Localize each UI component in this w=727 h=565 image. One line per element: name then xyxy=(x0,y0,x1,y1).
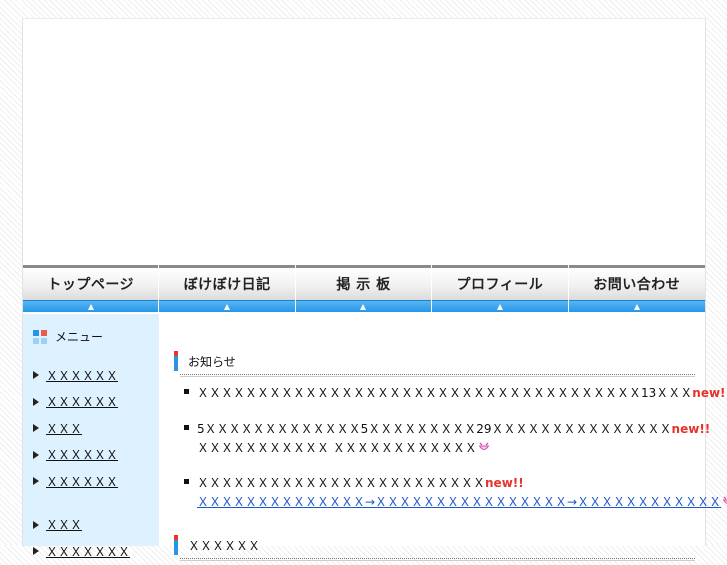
triangle-up-icon xyxy=(360,303,367,310)
section-marker-icon xyxy=(174,351,178,371)
nav-top-page[interactable]: トップページ xyxy=(23,265,160,314)
sidebar-menu: ＸＸＸＸＸＸ ＸＸＸＸＸＸ ＸＸＸ ＸＸＸＸＸＸ ＸＸＸＸＸＸ ＸＸＸ ＸＸＸＸ… xyxy=(33,362,130,565)
news-text: ＸＸＸＸＸＸＸＸＸＸＸ ＸＸＸＸＸＸＸＸＸＸＸＸ xyxy=(197,441,477,455)
triangle-up-icon xyxy=(87,303,94,310)
sidebar-item: ＸＸＸＸＸＸ xyxy=(33,442,130,469)
sidebar-title: メニュー xyxy=(55,330,104,344)
nav-label: プロフィール xyxy=(456,277,544,293)
news-section-header: お知らせ xyxy=(174,350,695,377)
section-marker-icon xyxy=(174,535,178,555)
new-badge: new!! xyxy=(692,386,727,400)
triangle-right-icon xyxy=(33,450,39,459)
square-bullet-icon xyxy=(184,389,189,394)
triangle-right-icon xyxy=(33,424,39,433)
sidebar: メニュー ＸＸＸＸＸＸ ＸＸＸＸＸＸ ＸＸＸ ＸＸＸＸＸＸ ＸＸＸＸＸＸ ＸＸＸ… xyxy=(23,314,159,559)
page-container: トップページ ぼけぼけ日記 掲 示 板 プロフィール お問い合わせ メニュー Ｘ… xyxy=(22,18,727,561)
divider xyxy=(180,374,695,375)
smiley-face-icon xyxy=(722,496,727,504)
triangle-right-icon xyxy=(33,547,39,556)
square-bullet-icon xyxy=(184,479,189,484)
smiley-face-icon xyxy=(478,442,490,450)
divider xyxy=(180,558,695,559)
triangle-up-icon xyxy=(633,303,640,310)
news-text: ＸＸＸＸＸＸＸＸＸＸＸＸＸＸＸＸＸＸＸＸＸＸＸＸ xyxy=(197,476,486,490)
header-banner xyxy=(23,19,705,265)
triangle-right-icon xyxy=(33,397,39,406)
divider xyxy=(180,560,695,561)
triangle-right-icon xyxy=(33,477,39,486)
section2-header: ＸＸＸＸＸＸ xyxy=(174,534,695,561)
new-badge: new!! xyxy=(671,422,711,436)
sidebar-link[interactable]: ＸＸＸＸＸＸ xyxy=(46,367,118,384)
nav-label: トップページ xyxy=(47,277,135,293)
nav-contact[interactable]: お問い合わせ xyxy=(568,265,705,314)
news-link[interactable]: ＸＸＸＸＸＸＸＸＸＸＸＸＸＸ→ＸＸＸＸＸＸＸＸＸＸＸＸＸＸＸＸ→ＸＸＸＸＸＸＸＸ… xyxy=(197,495,721,509)
new-badge: new!! xyxy=(485,476,524,490)
nav-bbs[interactable]: 掲 示 板 xyxy=(295,265,433,314)
main-content: お知らせ ＸＸＸＸＸＸＸＸＸＸＸＸＸＸＸＸＸＸＸＸＸＸＸＸＸＸＸＸＸＸＸＸＸＸＸ… xyxy=(174,314,727,561)
section2-title: ＸＸＸＸＸＸ xyxy=(188,538,261,553)
nav-label: 掲 示 板 xyxy=(336,277,391,293)
sidebar-link[interactable]: ＸＸＸ xyxy=(46,516,82,533)
sidebar-link[interactable]: ＸＸＸＸＸＸ xyxy=(46,473,118,490)
grid-squares-icon xyxy=(33,329,47,344)
nav-label: お問い合わせ xyxy=(593,277,681,293)
sidebar-link[interactable]: ＸＸＸＸＸＸＸ xyxy=(46,543,130,560)
triangle-up-icon xyxy=(224,303,231,310)
sidebar-item: ＸＸＸＸＸＸ xyxy=(33,389,130,416)
square-bullet-icon xyxy=(184,425,189,430)
triangle-right-icon xyxy=(33,520,39,529)
sidebar-item: ＸＸＸ xyxy=(33,512,130,539)
sidebar-item: ＸＸＸＸＸＸ xyxy=(33,468,130,495)
sidebar-link[interactable]: ＸＸＸＸＸＸ xyxy=(46,393,118,410)
nav-profile[interactable]: プロフィール xyxy=(432,265,569,314)
sidebar-item: ＸＸＸＸＸＸ xyxy=(33,362,130,389)
sidebar-item: ＸＸＸ xyxy=(33,415,130,442)
triangle-right-icon xyxy=(33,371,39,380)
sidebar-link[interactable]: ＸＸＸ xyxy=(46,420,82,437)
sidebar-header: メニュー xyxy=(33,328,103,345)
nav-label: ぼけぼけ日記 xyxy=(183,277,271,293)
sidebar-item: ＸＸＸＸＸＸＸ xyxy=(33,538,130,565)
nav-diary[interactable]: ぼけぼけ日記 xyxy=(159,265,296,314)
sidebar-link[interactable]: ＸＸＸＸＸＸ xyxy=(46,446,118,463)
triangle-up-icon xyxy=(496,303,503,310)
divider xyxy=(180,376,695,377)
news-title: お知らせ xyxy=(188,354,236,369)
news-text: ＸＸＸＸＸＸＸＸＸＸＸＸＸＸＸＸＸＸＸＸＸＸＸＸＸＸＸＸＸＸＸＸＸＸＸＸＸ13Ｘ… xyxy=(197,386,693,400)
global-nav: トップページ ぼけぼけ日記 掲 示 板 プロフィール お問い合わせ xyxy=(23,265,705,314)
news-text: 5ＸＸＸＸＸＸＸＸＸＸＸＸＸ5ＸＸＸＸＸＸＸＸＸ29ＸＸＸＸＸＸＸＸＸＸＸＸＸＸ… xyxy=(197,422,672,436)
